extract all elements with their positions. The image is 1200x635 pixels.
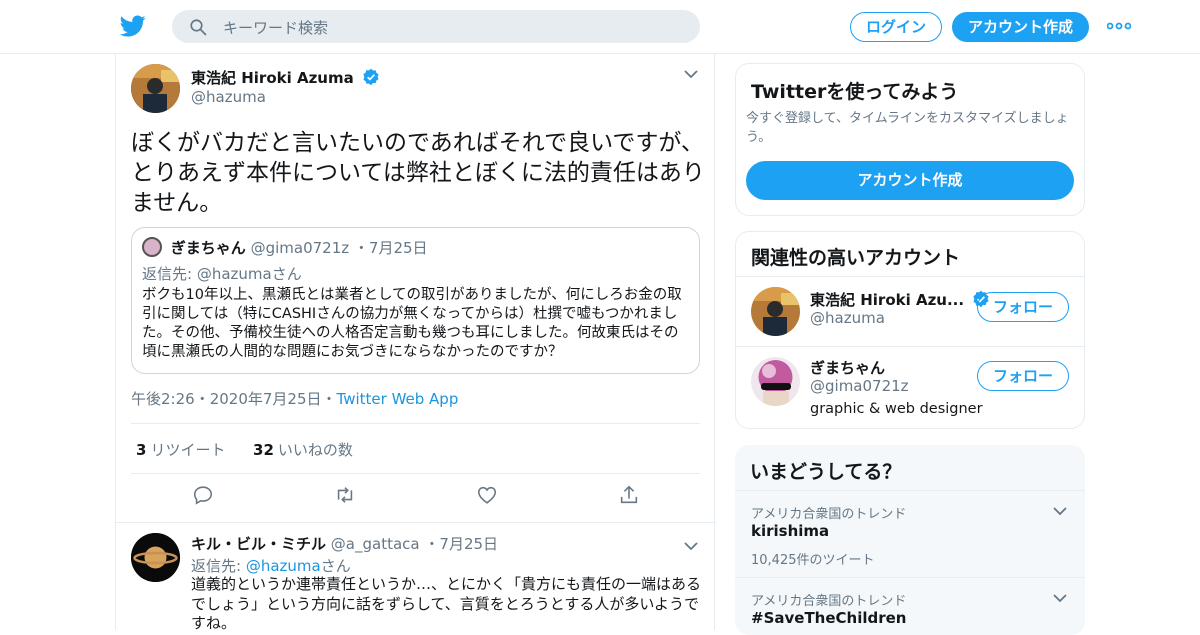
related-name-1[interactable]: 東浩紀 Hiroki Azu... (810, 291, 964, 309)
signup-card-title: Twitterを使ってみよう (751, 81, 959, 103)
chevron-down-icon[interactable] (683, 540, 699, 552)
search-box[interactable]: キーワード検索 (172, 10, 700, 43)
tweet-column: 東浩紀 Hiroki Azuma @hazuma ぼくがバカだと言いたいのであれ… (115, 54, 716, 632)
tweet-text: ぼくがバカだと言いたいのであればそれで良いですが、とりあえず本件については弊社と… (131, 130, 705, 216)
related-name-2[interactable]: ぎまちゃん (810, 357, 885, 378)
reply-to-prefix: 返信先: (191, 557, 242, 575)
divider (736, 346, 1084, 347)
retweet-icon[interactable] (333, 484, 357, 510)
divider (131, 473, 700, 474)
author-name[interactable]: 東浩紀 Hiroki Azuma (191, 69, 354, 87)
more-icon[interactable] (1107, 18, 1131, 34)
like-label: いいねの数 (277, 441, 353, 459)
like-stat[interactable]: 32 いいねの数 (253, 441, 353, 459)
retweet-count: 3 (136, 441, 147, 459)
related-bio-2: graphic & web designer (810, 401, 983, 417)
tweet-actions (116, 484, 716, 514)
trend-name: kirishima (751, 522, 830, 540)
tweet-source[interactable]: Twitter Web App (337, 390, 459, 408)
verified-icon (363, 68, 379, 86)
follow-button-1[interactable]: フォロー (977, 292, 1069, 322)
tweet-date[interactable]: 2020年7月25日 (210, 390, 322, 408)
signup-card-button[interactable]: アカウント作成 (746, 161, 1074, 200)
meta-separator: ・ (194, 390, 210, 408)
follow-button-2[interactable]: フォロー (977, 361, 1069, 391)
reply-date[interactable]: 7月25日 (439, 535, 498, 553)
meta-separator-2: ・ (321, 390, 337, 408)
related-avatar-1[interactable] (751, 287, 800, 336)
related-title: 関連性の高いアカウント (751, 247, 961, 269)
quote-author-name: ぎまちゃん (170, 239, 246, 257)
quote-avatar (142, 237, 162, 257)
trends-title: いまどうしてる？ (750, 461, 902, 483)
author-handle[interactable]: @hazuma (191, 88, 266, 106)
related-accounts-card: 関連性の高いアカウント 東浩紀 Hiroki Azu... @hazuma フォ… (735, 231, 1085, 429)
quote-author-handle: @gima0721z (250, 239, 350, 257)
quoted-tweet[interactable]: ぎまちゃん @gima0721z ・7月25日 返信先: @hazumaさん ボ… (131, 227, 700, 374)
reply-avatar[interactable] (131, 533, 180, 582)
related-handle-2[interactable]: @gima0721z (810, 377, 909, 395)
top-bar: キーワード検索 ログイン アカウント作成 (0, 0, 1200, 54)
related-avatar-2[interactable] (751, 357, 800, 406)
reply-to-handle[interactable]: @hazuma (246, 557, 321, 575)
trends-card: いまどうしてる？ アメリカ合衆国のトレンド kirishima 10,425件の… (735, 445, 1085, 635)
quote-reply-to: 返信先: @hazumaさん (142, 265, 302, 283)
quote-separator: ・ (353, 239, 369, 257)
retweet-stat[interactable]: 3 リツイート (136, 441, 225, 459)
retweet-label: リツイート (150, 441, 226, 459)
twitter-bird-icon[interactable] (120, 13, 146, 39)
signup-card-desc: 今すぐ登録して、タイムラインをカスタマイズしましょう。 (746, 111, 1069, 145)
reply-icon[interactable] (192, 484, 214, 510)
reply-author-handle[interactable]: @a_gattaca (331, 535, 420, 553)
trend-item[interactable]: アメリカ合衆国のトレンド #SaveTheChildren (735, 577, 1085, 635)
divider (131, 423, 700, 424)
trend-context: アメリカ合衆国のトレンド (751, 594, 907, 609)
tweet-stats: 3 リツイート 32 いいねの数 (136, 439, 353, 460)
reply-separator: ・ (424, 535, 440, 553)
quote-date: 7月25日 (368, 239, 428, 257)
like-count: 32 (253, 441, 274, 459)
signup-button[interactable]: アカウント作成 (952, 12, 1089, 42)
chevron-down-icon[interactable] (1052, 592, 1068, 604)
tweet-meta: 午後2:26・2020年7月25日・Twitter Web App (131, 388, 458, 409)
reply-to: 返信先: @hazumaさん (191, 555, 351, 576)
share-icon[interactable] (618, 484, 640, 510)
search-icon (190, 19, 207, 36)
chevron-down-icon[interactable] (683, 68, 699, 80)
login-button[interactable]: ログイン (850, 12, 942, 42)
quote-body: ボクも10年以上、黒瀬氏とは業者としての取引がありましたが、何にしろお金の取引に… (142, 287, 682, 360)
reply-tweet[interactable]: キル・ビル・ミチル @a_gattaca ・7月25日 返信先: @hazuma… (116, 522, 716, 632)
reply-author-name[interactable]: キル・ビル・ミチル (191, 535, 326, 553)
like-icon[interactable] (476, 484, 498, 510)
chevron-down-icon[interactable] (1052, 505, 1068, 517)
reply-to-suffix: さん (320, 557, 351, 575)
related-handle-1[interactable]: @hazuma (810, 309, 885, 327)
author-avatar[interactable] (131, 64, 180, 113)
tweet-time: 午後2:26 (131, 390, 195, 408)
trend-count: 10,425件のツイート (751, 553, 875, 568)
reply-body: 道義的というか連帯責任というか…、とにかく「貴方にも責任の一端はあるでしょう」と… (191, 575, 702, 632)
trend-context: アメリカ合衆国のトレンド (751, 507, 907, 522)
signup-card: Twitterを使ってみよう 今すぐ登録して、タイムラインをカスタマイズしましょ… (735, 63, 1085, 216)
divider (736, 276, 1084, 277)
search-input[interactable]: キーワード検索 (223, 17, 328, 38)
trend-name: #SaveTheChildren (751, 609, 907, 627)
trend-item[interactable]: アメリカ合衆国のトレンド kirishima 10,425件のツイート (735, 490, 1085, 577)
